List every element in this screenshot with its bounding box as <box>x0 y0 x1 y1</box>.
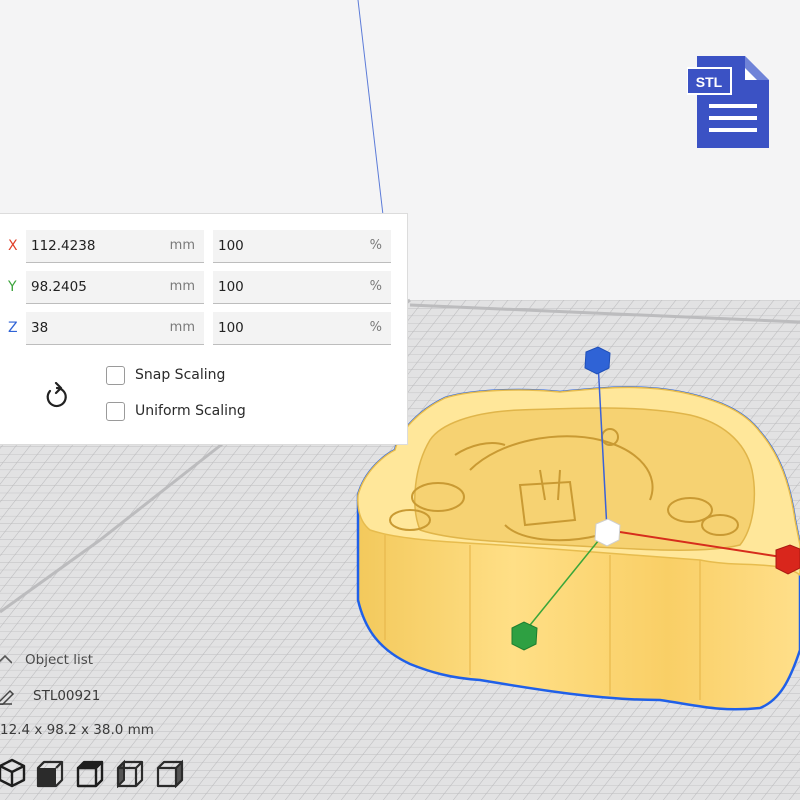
top-view-icon[interactable] <box>76 758 104 788</box>
x-size-input[interactable]: 112.4238 mm <box>26 230 204 263</box>
front-view-icon[interactable] <box>36 758 64 788</box>
x-axis-handle[interactable] <box>775 544 800 575</box>
z-axis-label: Z <box>8 320 18 336</box>
x-percent-value[interactable]: 100 <box>218 238 244 254</box>
chevron-up-icon[interactable] <box>0 654 12 666</box>
x-size-unit: mm <box>169 238 195 253</box>
uniform-scaling-label[interactable]: Uniform Scaling <box>135 403 246 419</box>
right-view-icon[interactable] <box>156 758 184 788</box>
z-percent-input[interactable]: 100 % <box>213 312 391 345</box>
y-size-unit: mm <box>169 279 195 294</box>
y-size-input[interactable]: 98.2405 mm <box>26 271 204 304</box>
z-percent-value[interactable]: 100 <box>218 320 244 336</box>
snap-scaling-label[interactable]: Snap Scaling <box>135 367 225 383</box>
reset-icon[interactable] <box>44 382 70 410</box>
stl-file-icon: STL <box>687 56 769 148</box>
x-axis-label: X <box>8 238 18 254</box>
z-percent-unit: % <box>369 320 382 335</box>
snap-scaling-checkbox[interactable] <box>106 366 125 385</box>
stl-badge-text: STL <box>696 74 723 90</box>
z-axis-row: Z 38 mm 100 % <box>0 312 408 346</box>
z-size-input[interactable]: 38 mm <box>26 312 204 345</box>
edit-pencil-icon[interactable] <box>0 689 16 705</box>
object-name[interactable]: STL00921 <box>33 688 100 704</box>
3d-view-icon[interactable] <box>0 758 26 788</box>
y-axis-row: Y 98.2405 mm 100 % <box>0 271 408 305</box>
uniform-scaling-checkbox[interactable] <box>106 402 125 421</box>
object-list-header[interactable]: Object list <box>25 652 93 668</box>
y-axis-label: Y <box>8 279 17 295</box>
z-size-value[interactable]: 38 <box>31 320 48 336</box>
stl-model[interactable] <box>356 386 800 711</box>
y-percent-value[interactable]: 100 <box>218 279 244 295</box>
x-size-value[interactable]: 112.4238 <box>31 238 95 254</box>
y-size-value[interactable]: 98.2405 <box>31 279 87 295</box>
scale-panel: X 112.4238 mm 100 % Y 98.2405 mm 100 % Z… <box>0 213 408 445</box>
x-axis-row: X 112.4238 mm 100 % <box>0 230 408 264</box>
y-axis-handle[interactable] <box>511 621 538 651</box>
x-percent-unit: % <box>369 238 382 253</box>
y-percent-unit: % <box>369 279 382 294</box>
z-size-unit: mm <box>169 320 195 335</box>
left-view-icon[interactable] <box>116 758 144 788</box>
x-percent-input[interactable]: 100 % <box>213 230 391 263</box>
object-dimensions: 12.4 x 98.2 x 38.0 mm <box>0 722 154 738</box>
y-percent-input[interactable]: 100 % <box>213 271 391 304</box>
